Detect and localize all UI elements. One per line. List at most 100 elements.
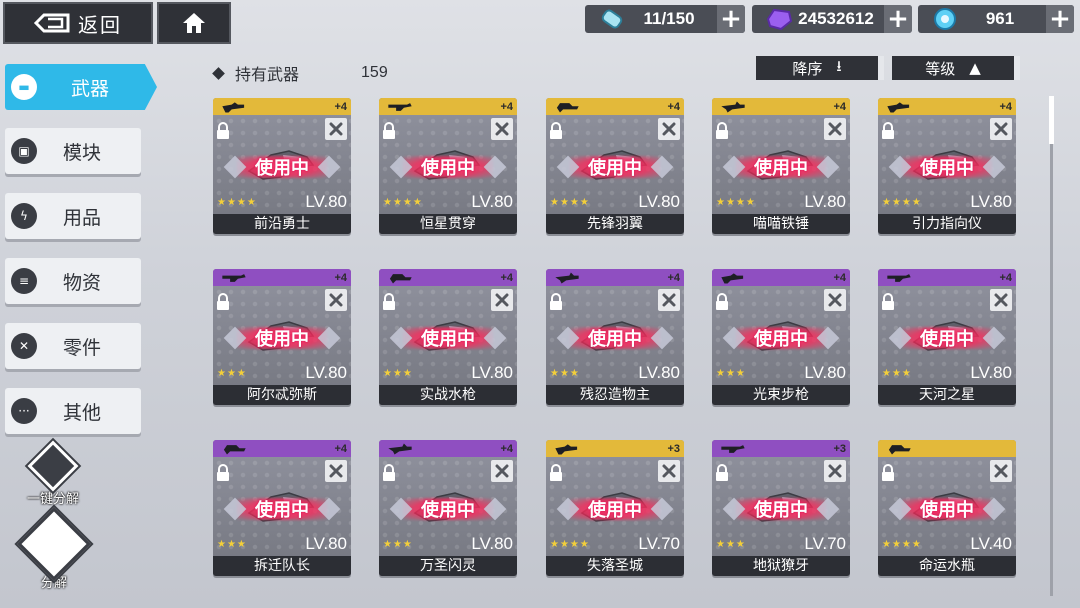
- lock-icon[interactable]: [381, 463, 397, 483]
- sort-descending-button[interactable]: 降序 ⭳: [756, 56, 884, 80]
- wrench-icon[interactable]: [325, 118, 347, 140]
- weapon-level: LV.80: [970, 192, 1012, 211]
- weapon-card[interactable]: +4 使用中 ★★★ LV.80 阿尔忒弥斯: [213, 269, 351, 405]
- lock-icon[interactable]: [548, 121, 564, 141]
- weapon-card-body: 使用中 ★★★ LV.80 天河之星: [878, 286, 1016, 405]
- quick-decompose-button[interactable]: 一键分解: [20, 440, 86, 507]
- wrench-icon[interactable]: [990, 289, 1012, 311]
- sidebar-item-weapons[interactable]: ▬ 武器: [5, 64, 157, 110]
- weapon-card-body: 使用中 ★★★★ LV.80 先锋羽翼: [546, 115, 684, 234]
- wrench-icon[interactable]: [491, 118, 513, 140]
- wrench-icon[interactable]: [658, 118, 680, 140]
- weapon-name: 引力指向仪: [878, 214, 1016, 234]
- in-use-label: 使用中: [421, 500, 475, 521]
- scrollbar-track[interactable]: [1050, 96, 1053, 596]
- weapon-name: 实战水枪: [379, 385, 517, 405]
- lock-icon[interactable]: [548, 292, 564, 312]
- lock-icon[interactable]: [215, 292, 231, 312]
- in-use-badge: 使用中: [722, 325, 840, 351]
- weapon-type-icon: [388, 102, 412, 111]
- wrench-icon[interactable]: [990, 118, 1012, 140]
- weapon-card[interactable]: +4 使用中 ★★★★ LV.80 喵喵铁锤: [712, 98, 850, 234]
- wrench-icon[interactable]: [990, 460, 1012, 482]
- in-use-badge: 使用中: [223, 496, 341, 522]
- lock-icon[interactable]: [714, 463, 730, 483]
- gem-value: 961: [985, 9, 1015, 28]
- weapon-card[interactable]: +4 使用中 ★★★★ LV.80 先锋羽翼: [546, 98, 684, 234]
- add-crystal-button[interactable]: +: [884, 4, 912, 34]
- wrench-icon[interactable]: [658, 289, 680, 311]
- enhance-level: +3: [667, 442, 680, 455]
- lock-icon[interactable]: [548, 463, 564, 483]
- weapon-level: LV.80: [970, 363, 1012, 382]
- sidebar-item-supplies[interactable]: ≡ 物资: [5, 258, 141, 304]
- download-arrow-icon: ⭳: [836, 56, 842, 75]
- lock-icon[interactable]: [381, 121, 397, 141]
- in-use-badge: 使用中: [888, 325, 1006, 351]
- sidebar-item-parts[interactable]: ✕ 零件: [5, 323, 141, 369]
- weapon-card-body: 使用中 ★★★★ LV.80 引力指向仪: [878, 115, 1016, 234]
- lock-icon[interactable]: [714, 292, 730, 312]
- top-bar: 返回 11/150 + 24532612 + 961 +: [0, 0, 1080, 46]
- wrench-icon[interactable]: [325, 460, 347, 482]
- rarity-bar: +4: [213, 269, 351, 286]
- decompose-button[interactable]: 分解: [14, 507, 94, 591]
- weapon-card[interactable]: +3 使用中 ★★★★ LV.70 失落圣城: [546, 440, 684, 576]
- weapon-card-body: 使用中 ★★★★ LV.70 失落圣城: [546, 457, 684, 576]
- weapon-card[interactable]: +4 使用中 ★★★ LV.80 实战水枪: [379, 269, 517, 405]
- sidebar-item-items[interactable]: ϟ 用品: [5, 193, 141, 239]
- resource-energy: 11/150 +: [585, 4, 745, 34]
- weapon-level: LV.80: [471, 363, 513, 382]
- weapon-card[interactable]: +4 使用中 ★★★ LV.80 天河之星: [878, 269, 1016, 405]
- home-button[interactable]: [157, 2, 231, 44]
- weapon-card[interactable]: +3 使用中 ★★★ LV.70 地狱獠牙: [712, 440, 850, 576]
- rarity-bar: [878, 440, 1016, 457]
- weapon-card[interactable]: +4 使用中 ★★★ LV.80 光束步枪: [712, 269, 850, 405]
- weapon-card[interactable]: +4 使用中 ★★★★ LV.80 恒星贯穿: [379, 98, 517, 234]
- weapon-card-body: 使用中 ★★★ LV.80 万圣闪灵: [379, 457, 517, 576]
- supplies-icon: ≡: [11, 268, 37, 294]
- rarity-bar: +4: [546, 269, 684, 286]
- lock-icon[interactable]: [215, 121, 231, 141]
- weapon-card[interactable]: +4 使用中 ★★★ LV.80 残忍造物主: [546, 269, 684, 405]
- wrench-icon[interactable]: [658, 460, 680, 482]
- in-use-label: 使用中: [255, 329, 309, 350]
- sidebar-item-other[interactable]: ··· 其他: [5, 388, 141, 434]
- enhance-level: +4: [667, 271, 680, 284]
- weapon-card[interactable]: +4 使用中 ★★★★ LV.80 引力指向仪: [878, 98, 1016, 234]
- wrench-icon[interactable]: [325, 289, 347, 311]
- weapon-card[interactable]: +4 使用中 ★★★★ LV.80 前沿勇士: [213, 98, 351, 234]
- sidebar-item-modules[interactable]: ▣ 模块: [5, 128, 141, 174]
- add-gem-button[interactable]: +: [1046, 4, 1074, 34]
- sidebar-item-label: 用品: [62, 206, 101, 229]
- sort-level-label: 等级: [925, 59, 956, 78]
- weapon-name: 天河之星: [878, 385, 1016, 405]
- enhance-level: +4: [667, 100, 680, 113]
- wrench-icon[interactable]: [491, 289, 513, 311]
- wrench-icon[interactable]: [491, 460, 513, 482]
- wrench-icon[interactable]: [824, 460, 846, 482]
- lock-icon[interactable]: [381, 292, 397, 312]
- star-rating: ★★★: [716, 539, 746, 550]
- in-use-label: 使用中: [588, 329, 642, 350]
- weapon-card[interactable]: +4 使用中 ★★★ LV.80 万圣闪灵: [379, 440, 517, 576]
- lock-icon[interactable]: [880, 121, 896, 141]
- lock-icon[interactable]: [880, 292, 896, 312]
- star-rating: ★★★: [882, 368, 912, 379]
- sort-level-button[interactable]: 等级 ▲: [892, 56, 1020, 80]
- in-use-badge: 使用中: [223, 154, 341, 180]
- lock-icon[interactable]: [714, 121, 730, 141]
- wrench-icon[interactable]: [824, 118, 846, 140]
- weapon-level: LV.80: [471, 192, 513, 211]
- scrollbar-thumb[interactable]: [1049, 96, 1054, 144]
- weapon-card[interactable]: +4 使用中 ★★★ LV.80 拆迁队长: [213, 440, 351, 576]
- weapon-card-body: 使用中 ★★★★ LV.80 喵喵铁锤: [712, 115, 850, 234]
- lock-icon[interactable]: [880, 463, 896, 483]
- in-use-label: 使用中: [255, 500, 309, 521]
- lock-icon[interactable]: [215, 463, 231, 483]
- wrench-icon[interactable]: [824, 289, 846, 311]
- add-energy-button[interactable]: +: [717, 4, 745, 34]
- star-rating: ★★★★: [383, 197, 423, 208]
- weapon-card[interactable]: 使用中 ★★★★ LV.40 命运水瓶: [878, 440, 1016, 576]
- back-button[interactable]: 返回: [3, 2, 153, 44]
